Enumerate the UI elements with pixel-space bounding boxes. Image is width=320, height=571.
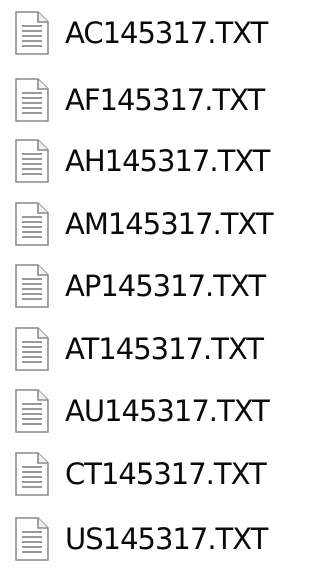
- file-name: AU145317.TXT: [65, 394, 270, 428]
- file-name: US145317.TXT: [65, 522, 268, 556]
- file-item-au145317[interactable]: AU145317.TXT: [0, 381, 312, 441]
- file-item-ah145317[interactable]: AH145317.TXT: [0, 131, 312, 191]
- file-name: AT145317.TXT: [65, 332, 264, 366]
- file-item-at145317[interactable]: AT145317.TXT: [0, 319, 312, 379]
- file-item-ac145317[interactable]: AC145317.TXT: [0, 3, 312, 63]
- file-item-am145317[interactable]: AM145317.TXT: [0, 194, 312, 254]
- file-list: AC145317.TXT AF145317.TXT AH145317.TXT A…: [0, 0, 312, 571]
- file-item-ap145317[interactable]: AP145317.TXT: [0, 256, 312, 316]
- text-file-icon: [15, 389, 49, 433]
- file-name: CT145317.TXT: [65, 457, 267, 491]
- file-name: AP145317.TXT: [65, 269, 266, 303]
- file-name: AM145317.TXT: [65, 207, 274, 241]
- file-item-af145317[interactable]: AF145317.TXT: [0, 70, 312, 130]
- file-name: AF145317.TXT: [65, 83, 265, 117]
- text-file-icon: [15, 327, 49, 371]
- text-file-icon: [15, 202, 49, 246]
- file-name: AH145317.TXT: [65, 144, 270, 178]
- file-item-ct145317[interactable]: CT145317.TXT: [0, 444, 312, 504]
- text-file-icon: [15, 78, 49, 122]
- text-file-icon: [15, 11, 49, 55]
- file-name: AC145317.TXT: [65, 16, 268, 50]
- file-item-us145317[interactable]: US145317.TXT: [0, 509, 312, 569]
- text-file-icon: [15, 517, 49, 561]
- text-file-icon: [15, 452, 49, 496]
- text-file-icon: [15, 264, 49, 308]
- text-file-icon: [15, 139, 49, 183]
